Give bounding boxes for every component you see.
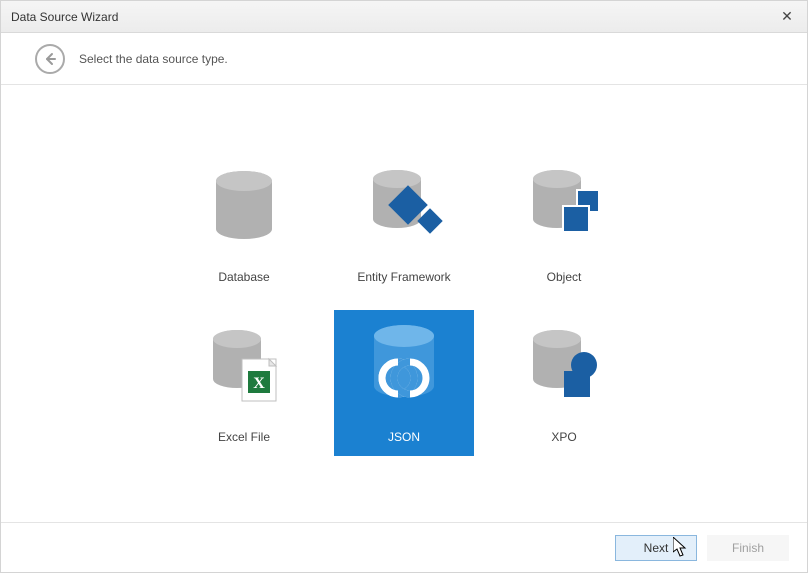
tile-entity-framework[interactable]: Entity Framework bbox=[334, 150, 474, 296]
tile-label: XPO bbox=[551, 430, 576, 444]
close-icon: ✕ bbox=[781, 8, 793, 25]
next-button[interactable]: Next bbox=[615, 535, 697, 561]
tile-object[interactable]: Object bbox=[494, 150, 634, 296]
tile-label: Object bbox=[547, 270, 582, 284]
tile-label: Excel File bbox=[218, 430, 270, 444]
json-icon bbox=[334, 310, 474, 424]
instruction-text: Select the data source type. bbox=[79, 52, 228, 66]
subheader: Select the data source type. bbox=[1, 33, 807, 85]
finish-button: Finish bbox=[707, 535, 789, 561]
tile-label: Database bbox=[218, 270, 269, 284]
footer: Next Finish bbox=[1, 522, 807, 572]
next-button-label: Next bbox=[644, 541, 669, 555]
body-area: Database bbox=[1, 85, 807, 522]
tile-xpo[interactable]: XPO bbox=[494, 310, 634, 456]
tile-database[interactable]: Database bbox=[174, 150, 314, 296]
excel-file-icon: X bbox=[174, 310, 314, 424]
back-button[interactable] bbox=[35, 44, 65, 74]
window-title: Data Source Wizard bbox=[11, 10, 777, 24]
object-icon bbox=[494, 150, 634, 264]
arrow-left-icon bbox=[43, 52, 57, 66]
tile-label: JSON bbox=[388, 430, 420, 444]
titlebar: Data Source Wizard ✕ bbox=[1, 1, 807, 33]
close-button[interactable]: ✕ bbox=[777, 7, 797, 27]
source-type-grid: Database bbox=[164, 144, 644, 464]
entity-framework-icon bbox=[334, 150, 474, 264]
tile-label: Entity Framework bbox=[357, 270, 450, 284]
xpo-icon bbox=[494, 310, 634, 424]
tile-excel-file[interactable]: X Excel File bbox=[174, 310, 314, 456]
database-icon bbox=[174, 150, 314, 264]
finish-button-label: Finish bbox=[732, 541, 764, 555]
wizard-window: Data Source Wizard ✕ Select the data sou… bbox=[0, 0, 808, 573]
svg-text:X: X bbox=[253, 375, 265, 392]
tile-json[interactable]: JSON bbox=[334, 310, 474, 456]
